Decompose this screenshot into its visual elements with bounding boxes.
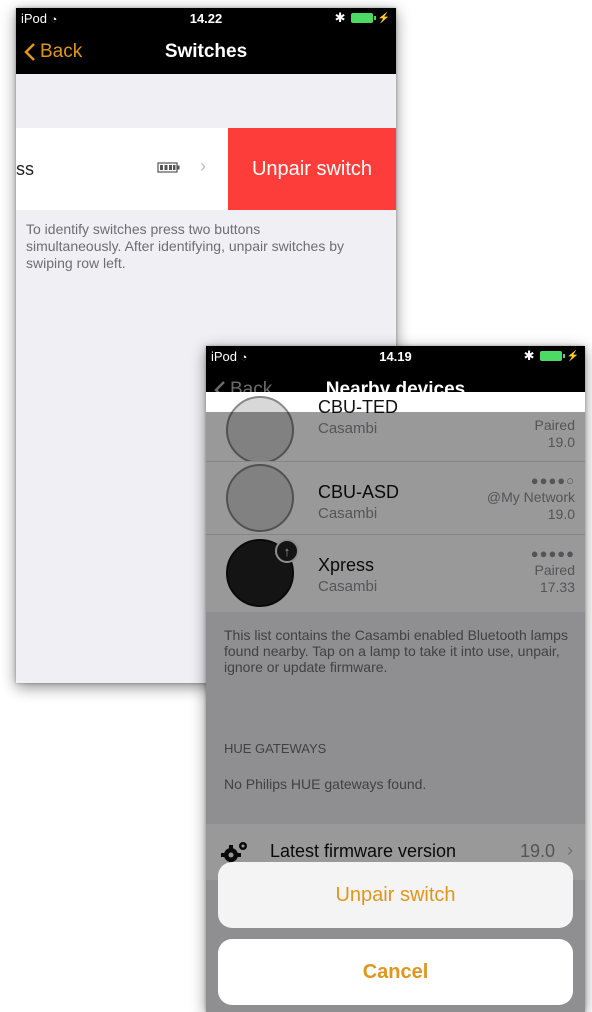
footer-note: To identify switches press two buttons s… xyxy=(26,221,345,271)
page-title: Switches xyxy=(164,41,248,62)
status-icons: ✱ ⚡ xyxy=(524,348,579,364)
charging-icon: ⚡ xyxy=(377,12,390,24)
charging-icon: ⚡ xyxy=(566,350,579,362)
switch-name: ss xyxy=(16,159,34,179)
battery-icon xyxy=(539,351,565,361)
status-icons: ✱ ⚡ xyxy=(335,10,390,26)
bluetooth-icon: ✱ xyxy=(334,10,346,25)
nearby-devices-screen: iPod ◔ 14.19 ✱ ⚡ Back Nearby devices CBU… xyxy=(206,346,585,1012)
unpair-switch-swipe-button[interactable]: Unpair switch xyxy=(228,128,396,210)
unpair-switch-button[interactable]: Unpair switch xyxy=(218,862,573,928)
battery-icon xyxy=(350,13,376,23)
status-bar: iPod ◔ 14.19 ✱ ⚡ xyxy=(206,346,585,368)
battery-icon xyxy=(157,162,180,173)
chevron-right-icon: › xyxy=(200,156,206,176)
nav-bar: Back Switches xyxy=(16,30,396,74)
switch-row[interactable]: ss › Unpair switch xyxy=(16,128,396,210)
cancel-button[interactable]: Cancel xyxy=(218,939,573,1005)
bluetooth-icon: ✱ xyxy=(523,348,535,363)
status-bar: iPod ◔ 14.22 ✱ ⚡ xyxy=(16,8,396,30)
